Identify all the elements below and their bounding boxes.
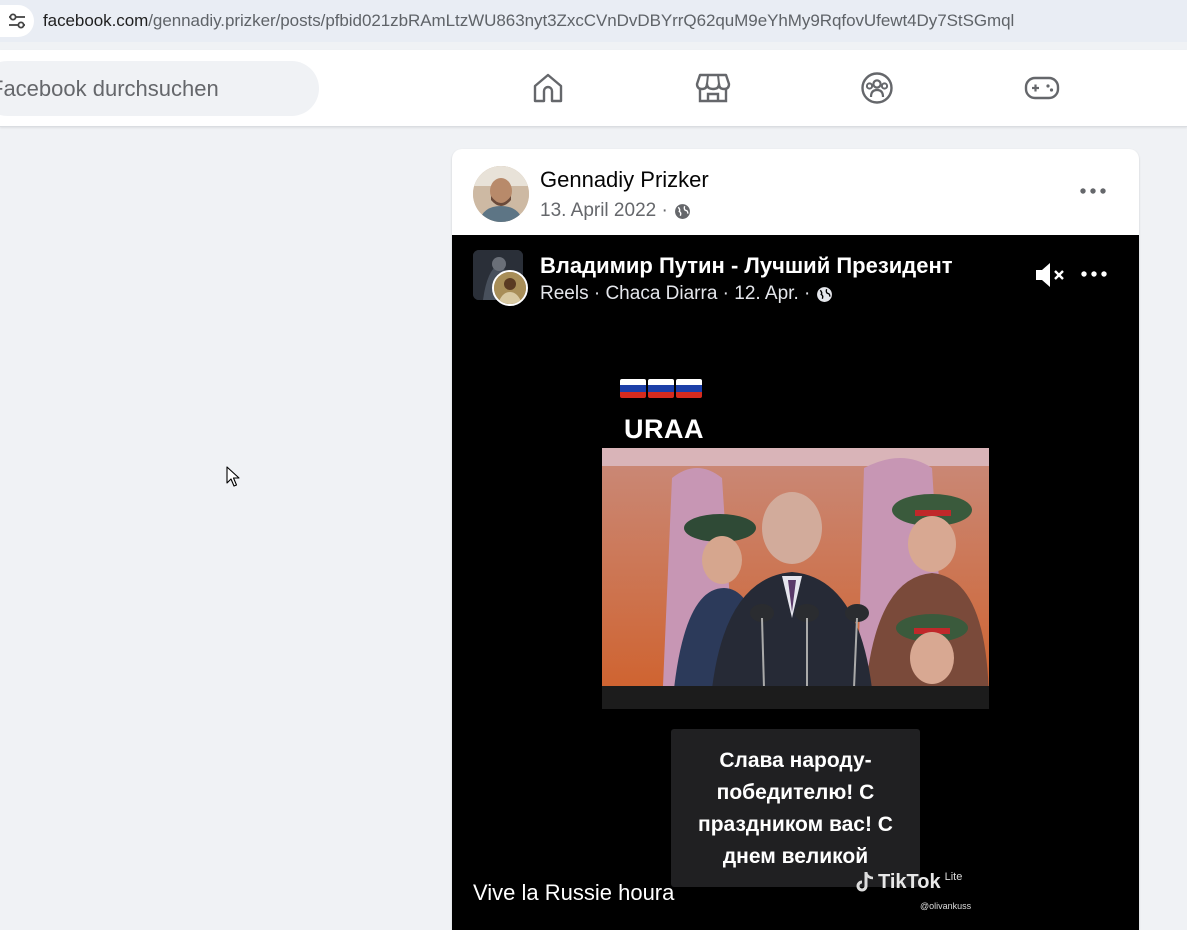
russia-flag-icon	[648, 379, 674, 398]
tiktok-logo-icon	[856, 872, 874, 892]
facebook-top-nav	[0, 50, 1187, 127]
reel-title[interactable]: Владимир Путин - Лучший Президент	[540, 253, 953, 279]
post-options-button[interactable]	[1075, 178, 1111, 204]
tiktok-watermark: TikTok Lite	[856, 871, 962, 894]
tiktok-lite: Lite	[944, 871, 963, 883]
caption-line: праздником вас! С	[698, 813, 893, 836]
url-path: /gennadiy.prizker/posts/pfbid021zbRAmLtz…	[148, 11, 1015, 30]
russia-flag-icon	[620, 379, 646, 398]
search-input[interactable]	[0, 61, 319, 116]
video-frame[interactable]	[602, 448, 989, 709]
more-horizontal-icon	[1081, 271, 1107, 277]
caption-line: днем великой	[722, 845, 869, 868]
reel-description: Vive la Russie houra	[473, 880, 675, 905]
russia-flag-icon	[676, 379, 702, 398]
url-host: facebook.com	[43, 11, 149, 30]
globe-icon	[817, 286, 833, 302]
author-avatar[interactable]	[473, 166, 529, 222]
video-caption: Слава народу- победителю! С праздником в…	[671, 729, 920, 887]
post-meta: 13. April 2022 ·	[540, 200, 691, 222]
caption-line: победителю! С	[716, 781, 875, 804]
site-settings-button[interactable]	[0, 5, 34, 37]
reel-page-avatar[interactable]	[473, 250, 528, 306]
browser-address-bar: facebook.com/gennadiy.prizker/posts/pfbi…	[0, 0, 1187, 42]
mute-toggle-button[interactable]	[1032, 259, 1068, 291]
tiktok-name: TikTok	[878, 871, 941, 893]
post-date[interactable]: 13. April 2022 ·	[540, 200, 668, 222]
groups-icon[interactable]	[859, 70, 895, 106]
muted-speaker-icon	[1036, 263, 1064, 287]
home-icon[interactable]	[530, 70, 566, 106]
tiktok-username: @olivankuss	[920, 901, 972, 911]
gaming-icon[interactable]	[1024, 70, 1060, 106]
mouse-cursor-icon	[226, 466, 240, 487]
reel-options-button[interactable]	[1076, 261, 1112, 287]
caption-line: Слава народу-	[719, 749, 872, 772]
reel-meta-text: Reels · Chaca Diarra · 12. Apr. ·	[540, 283, 811, 304]
post-author-name[interactable]: Gennadiy Prizker	[540, 167, 709, 193]
video-overlay-title: URAA	[624, 414, 704, 444]
post-card: Gennadiy Prizker 13. April 2022 · Владим…	[452, 149, 1139, 930]
russian-flags	[620, 379, 702, 398]
tune-icon	[9, 13, 25, 29]
shared-reel[interactable]: Владимир Путин - Лучший Президент Reels …	[452, 235, 1139, 930]
reel-meta: Reels · Chaca Diarra · 12. Apr. ·	[540, 283, 833, 305]
reel-author-avatar[interactable]	[492, 270, 528, 306]
url-field[interactable]: facebook.com/gennadiy.prizker/posts/pfbi…	[43, 11, 1014, 31]
marketplace-icon[interactable]	[695, 70, 731, 106]
more-horizontal-icon	[1080, 188, 1106, 194]
globe-icon	[674, 203, 690, 219]
search-box[interactable]	[0, 61, 319, 116]
